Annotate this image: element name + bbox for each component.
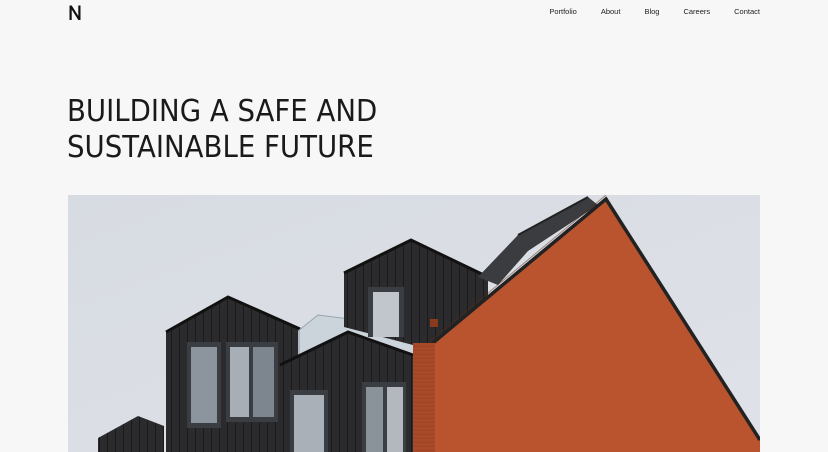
hero-image <box>68 195 760 452</box>
nav-contact[interactable]: Contact <box>734 7 760 17</box>
nav-portfolio[interactable]: Portfolio <box>549 7 577 17</box>
hero-title-line-2: SUSTAINABLE FUTURE <box>67 130 374 165</box>
n-logo-icon <box>69 5 81 20</box>
page: Portfolio About Blog Careers Contact BUI… <box>0 0 828 452</box>
nav-about[interactable]: About <box>601 7 621 17</box>
logo-link[interactable] <box>68 4 82 21</box>
main-nav: Portfolio About Blog Careers Contact <box>549 7 760 17</box>
building-illustration <box>68 195 760 452</box>
nav-careers[interactable]: Careers <box>683 7 710 17</box>
nav-blog[interactable]: Blog <box>644 7 659 17</box>
hero-title-line-1: BUILDING A SAFE AND <box>67 94 378 129</box>
hero-title: BUILDING A SAFE AND SUSTAINABLE FUTURE <box>67 94 377 166</box>
